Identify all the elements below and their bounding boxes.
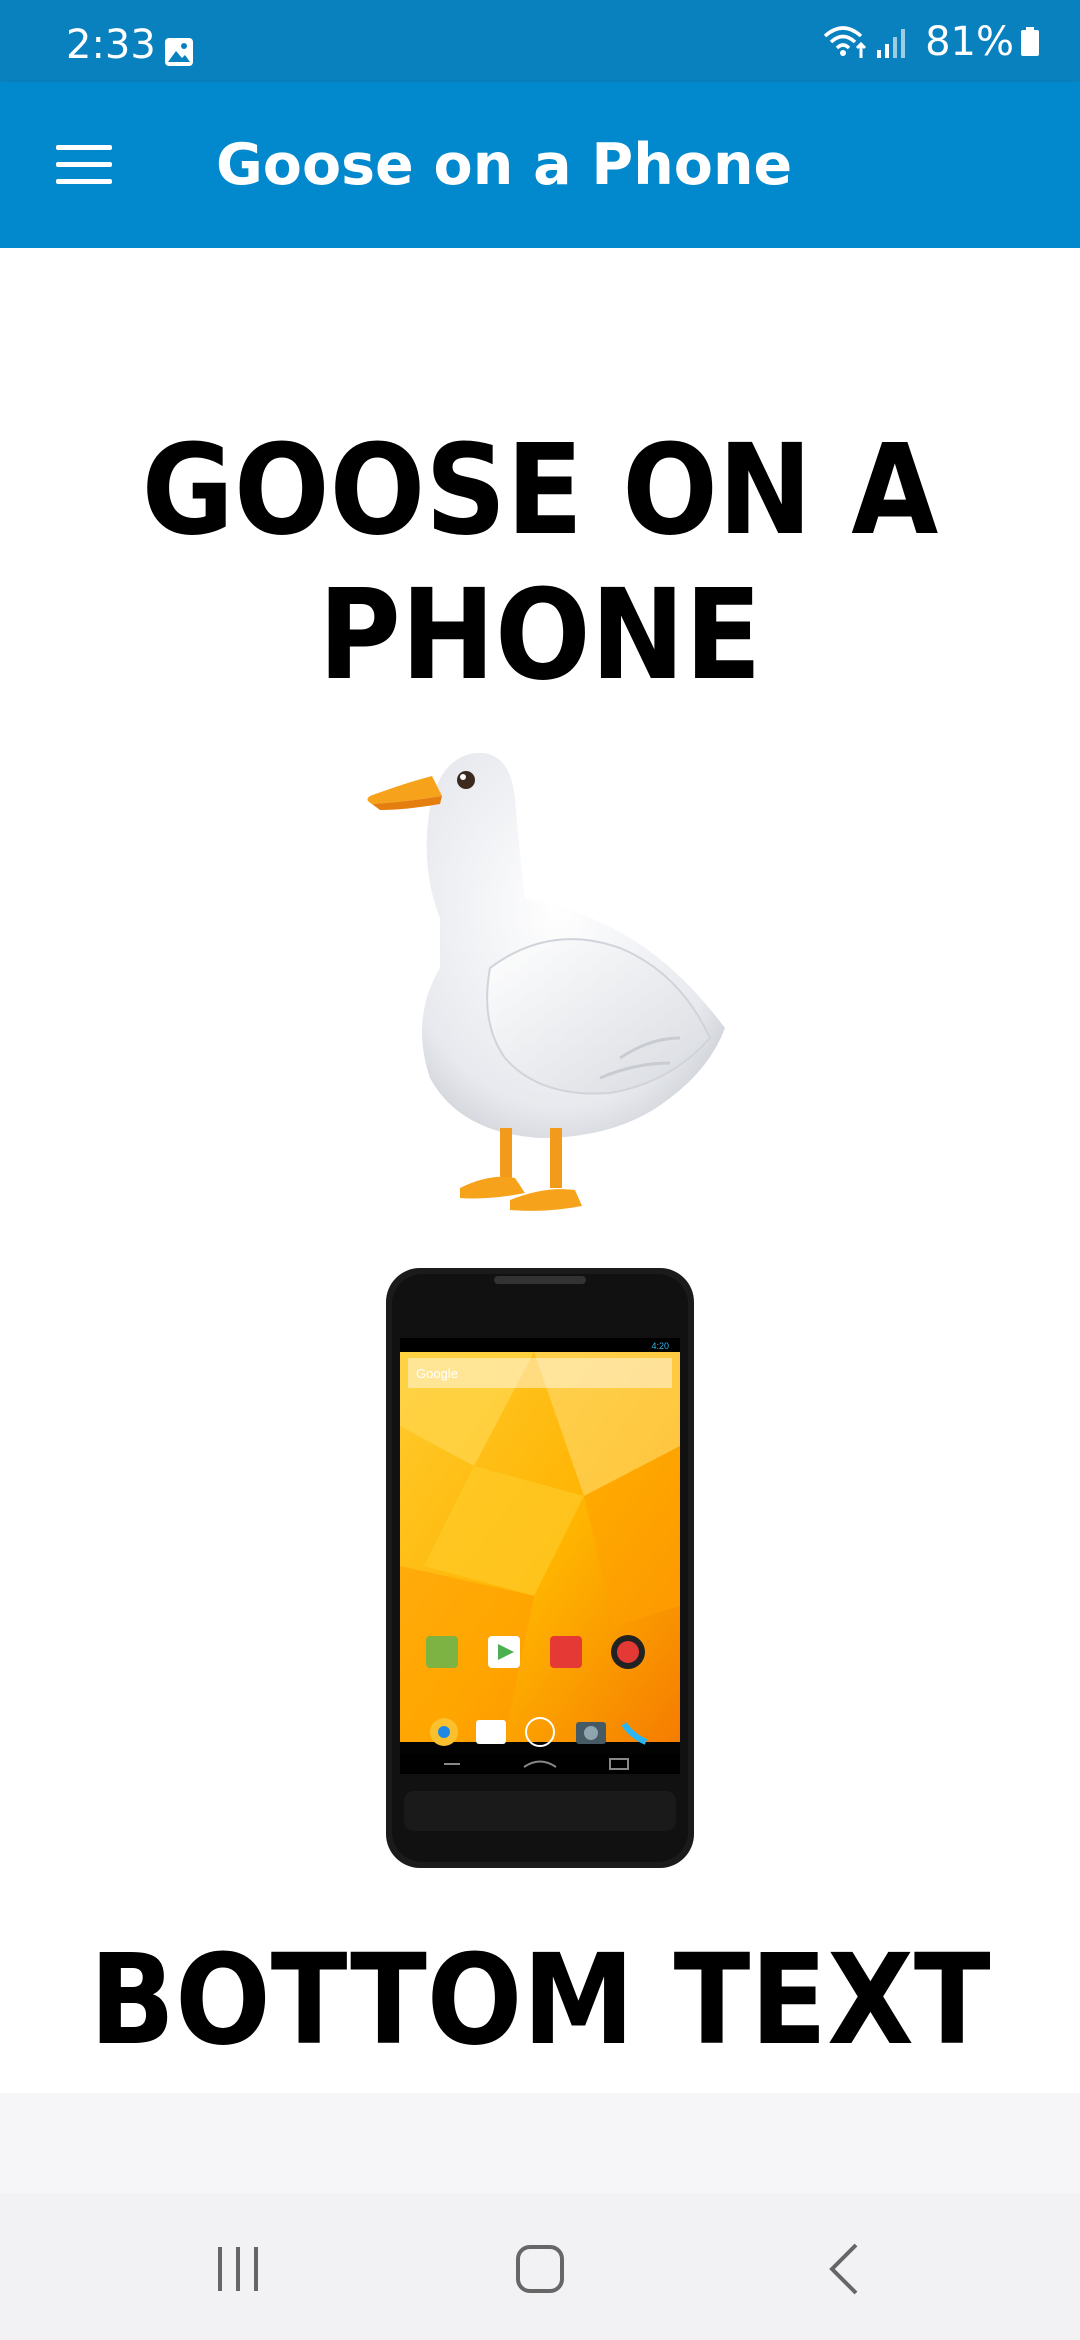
signal-icon (877, 29, 906, 58)
meme-content: GOOSE ON A PHONE 4:20 Google BOTTOM TEXT (0, 248, 1080, 2093)
content-footer-area (0, 2093, 1080, 2193)
battery-icon (1021, 27, 1039, 56)
status-right-group: 81% (821, 19, 1040, 65)
system-navigation-bar (0, 2193, 1080, 2340)
app-bar: Goose on a Phone (0, 82, 1080, 248)
meme-bottom-text: BOTTOM TEXT (89, 1928, 991, 2073)
goose-icon (367, 752, 725, 1211)
phone-screen-time: 4:20 (651, 1341, 669, 1351)
recents-icon[interactable] (198, 2229, 278, 2309)
meme-top-text: GOOSE ON A PHONE (141, 418, 939, 708)
battery-percentage: 81% (925, 19, 1014, 65)
wifi-icon (823, 26, 867, 58)
hamburger-menu-icon[interactable] (46, 130, 118, 202)
home-icon[interactable] (500, 2229, 580, 2309)
status-bar: 2:33 81% (0, 0, 1080, 82)
status-time: 2:33 (66, 22, 156, 68)
smartphone-icon: 4:20 Google (386, 1268, 694, 1868)
gallery-notification-icon (165, 38, 193, 66)
phone-search-label: Google (416, 1366, 458, 1381)
back-icon[interactable] (804, 2229, 884, 2309)
app-title: Goose on a Phone (216, 132, 793, 198)
